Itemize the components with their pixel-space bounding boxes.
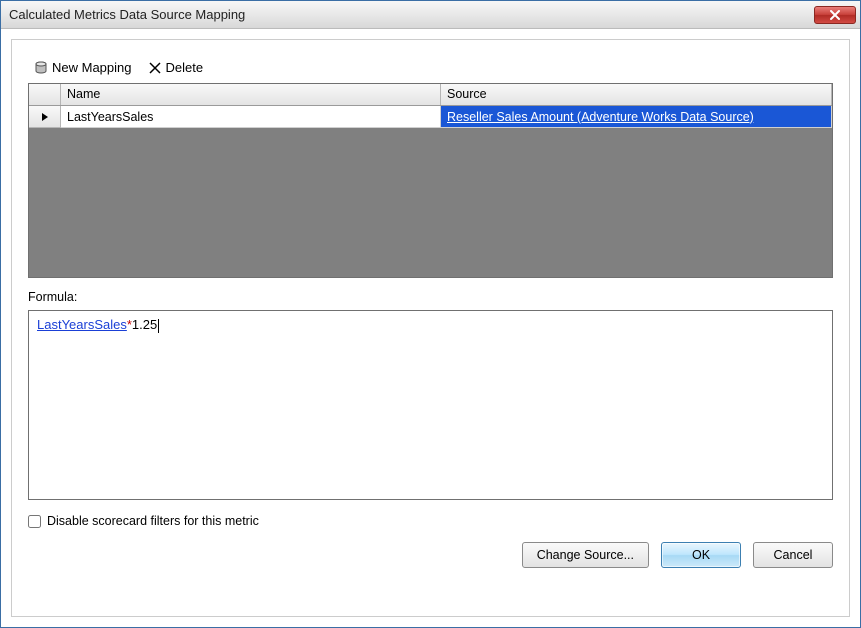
column-header-name[interactable]: Name <box>61 84 441 105</box>
delete-button[interactable]: Delete <box>142 58 210 77</box>
disable-filters-label: Disable scorecard filters for this metri… <box>47 514 259 528</box>
grid-header-row: Name Source <box>29 84 832 106</box>
cell-source[interactable]: Reseller Sales Amount (Adventure Works D… <box>441 106 832 128</box>
new-mapping-label: New Mapping <box>52 60 132 75</box>
dialog-window: Calculated Metrics Data Source Mapping N… <box>0 0 861 628</box>
source-link[interactable]: Reseller Sales Amount (Adventure Works D… <box>447 110 754 124</box>
close-button[interactable] <box>814 6 856 24</box>
ok-button[interactable]: OK <box>661 542 741 568</box>
grid-body: LastYearsSales Reseller Sales Amount (Ad… <box>29 106 832 277</box>
close-icon <box>830 10 840 20</box>
disable-filters-checkbox[interactable] <box>28 515 41 528</box>
cancel-button[interactable]: Cancel <box>753 542 833 568</box>
text-caret <box>158 319 159 333</box>
row-selector[interactable] <box>29 106 61 128</box>
disable-filters-row: Disable scorecard filters for this metri… <box>28 514 833 528</box>
dialog-content: New Mapping Delete Name Source <box>11 39 850 617</box>
formula-textarea[interactable]: LastYearsSales*1.25 <box>28 310 833 500</box>
formula-variable: LastYearsSales <box>37 317 127 332</box>
new-mapping-button[interactable]: New Mapping <box>28 58 138 77</box>
column-header-source[interactable]: Source <box>441 84 832 105</box>
cell-name[interactable]: LastYearsSales <box>61 106 441 128</box>
delete-label: Delete <box>166 60 204 75</box>
mapping-grid[interactable]: Name Source LastYearsSales Reseller Sale… <box>28 83 833 278</box>
dialog-button-row: Change Source... OK Cancel <box>28 542 833 568</box>
delete-x-icon <box>148 61 162 75</box>
formula-label: Formula: <box>28 290 833 304</box>
titlebar: Calculated Metrics Data Source Mapping <box>1 1 860 29</box>
window-title: Calculated Metrics Data Source Mapping <box>9 7 814 22</box>
row-current-icon <box>41 112 49 122</box>
table-row[interactable]: LastYearsSales Reseller Sales Amount (Ad… <box>29 106 832 128</box>
database-icon <box>34 61 48 75</box>
toolbar: New Mapping Delete <box>28 54 833 83</box>
change-source-button[interactable]: Change Source... <box>522 542 649 568</box>
row-selector-header[interactable] <box>29 84 61 105</box>
formula-literal: 1.25 <box>132 317 157 332</box>
